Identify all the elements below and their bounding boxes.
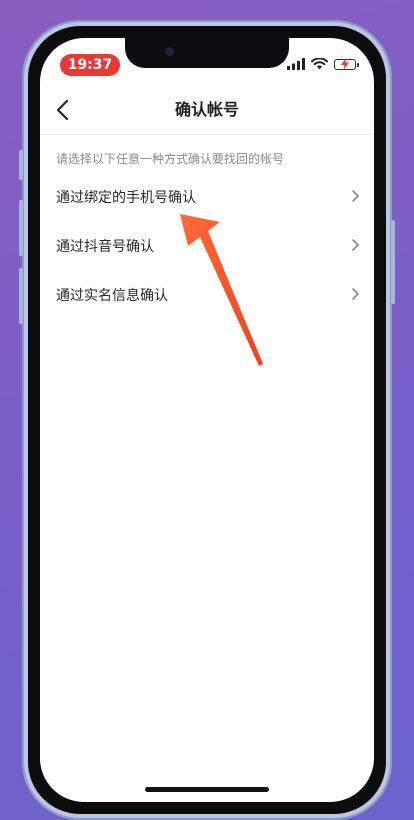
mute-switch [19, 150, 23, 180]
chevron-left-icon[interactable] [50, 96, 78, 124]
option-label: 通过绑定的手机号确认 [56, 189, 196, 206]
verification-options-list: 通过绑定的手机号确认 通过抖音号确认 通过实名信息确认 [40, 172, 374, 319]
power-button [391, 220, 395, 304]
chevron-right-icon [352, 288, 359, 300]
option-douyin-id[interactable]: 通过抖音号确认 [40, 221, 374, 270]
option-phone-number[interactable]: 通过绑定的手机号确认 [40, 172, 374, 221]
screen: 19:37 确认帐号 请选择以下任意一种方式确认要找回的帐号 通过绑定的手机号确… [40, 38, 374, 802]
phone-bezel: 19:37 确认帐号 请选择以下任意一种方式确认要找回的帐号 通过绑定的手机号确… [28, 26, 386, 814]
battery-charging-icon [334, 57, 359, 70]
instruction-text: 请选择以下任意一种方式确认要找回的帐号 [56, 152, 285, 166]
chevron-right-icon [352, 239, 359, 251]
navigation-bar: 确认帐号 [40, 88, 374, 132]
option-real-name-info[interactable]: 通过实名信息确认 [40, 270, 374, 319]
status-time: 19:37 [60, 54, 120, 76]
page-title: 确认帐号 [174, 100, 239, 119]
phone-frame: 19:37 确认帐号 请选择以下任意一种方式确认要找回的帐号 通过绑定的手机号确… [19, 20, 395, 820]
home-indicator[interactable] [145, 787, 269, 792]
status-icons [287, 56, 359, 72]
front-camera [165, 47, 174, 56]
notch [125, 38, 289, 68]
cellular-signal-icon [287, 58, 305, 70]
wifi-icon [311, 58, 328, 70]
chevron-right-icon [352, 190, 359, 202]
volume-down-button [19, 268, 23, 324]
option-label: 通过抖音号确认 [56, 238, 154, 255]
option-label: 通过实名信息确认 [56, 287, 168, 304]
header-divider [40, 134, 374, 135]
volume-up-button [19, 200, 23, 256]
